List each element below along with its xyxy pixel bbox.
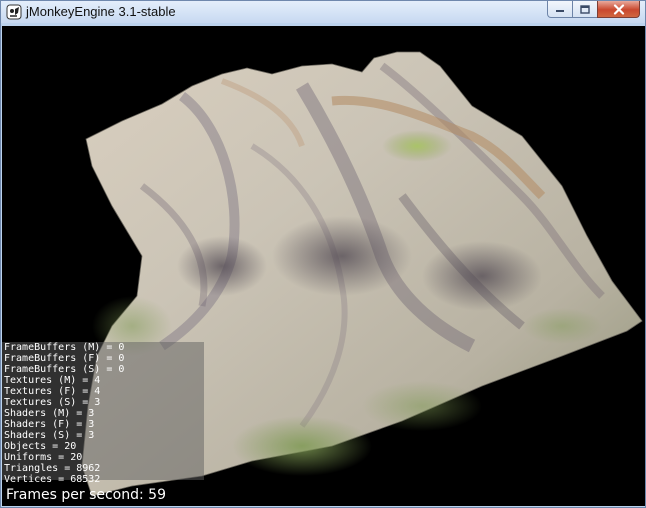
title-bar[interactable]: jMonkeyEngine 3.1-stable — [1, 1, 645, 23]
stat-shaders-m: Shaders (M) = 3 — [4, 408, 95, 419]
application-window: jMonkeyEngine 3.1-stable FrameBuffers (M… — [0, 0, 646, 508]
fps-counter: Frames per second: 59 — [6, 487, 166, 503]
minimize-button[interactable] — [547, 1, 573, 18]
stat-framebuffers-m: FrameBuffers (M) = 0 — [4, 342, 125, 353]
stat-textures-s: Textures (S) = 3 — [4, 397, 101, 408]
close-button[interactable] — [597, 1, 640, 18]
caption-buttons — [547, 1, 640, 19]
stat-objects: Objects = 20 — [4, 441, 77, 452]
close-icon — [613, 3, 624, 15]
stat-shaders-f: Shaders (F) = 3 — [4, 419, 95, 430]
stat-framebuffers-f: FrameBuffers (F) = 0 — [4, 353, 125, 364]
minimize-icon — [556, 10, 564, 12]
stat-uniforms: Uniforms = 20 — [4, 452, 83, 463]
stat-textures-m: Textures (M) = 4 — [4, 375, 101, 386]
stat-framebuffers-s: FrameBuffers (S) = 0 — [4, 364, 125, 375]
window-title: jMonkeyEngine 3.1-stable — [26, 4, 176, 19]
stat-shaders-s: Shaders (S) = 3 — [4, 430, 95, 441]
maximize-button[interactable] — [572, 1, 598, 18]
jmonkey-app-icon — [6, 4, 22, 20]
stat-textures-f: Textures (F) = 4 — [4, 386, 101, 397]
stat-vertices: Vertices = 68532 — [4, 474, 101, 485]
render-viewport[interactable]: FrameBuffers (M) = 0 FrameBuffers (F) = … — [2, 26, 645, 506]
maximize-icon — [580, 4, 590, 14]
stat-triangles: Triangles = 8962 — [4, 463, 101, 474]
